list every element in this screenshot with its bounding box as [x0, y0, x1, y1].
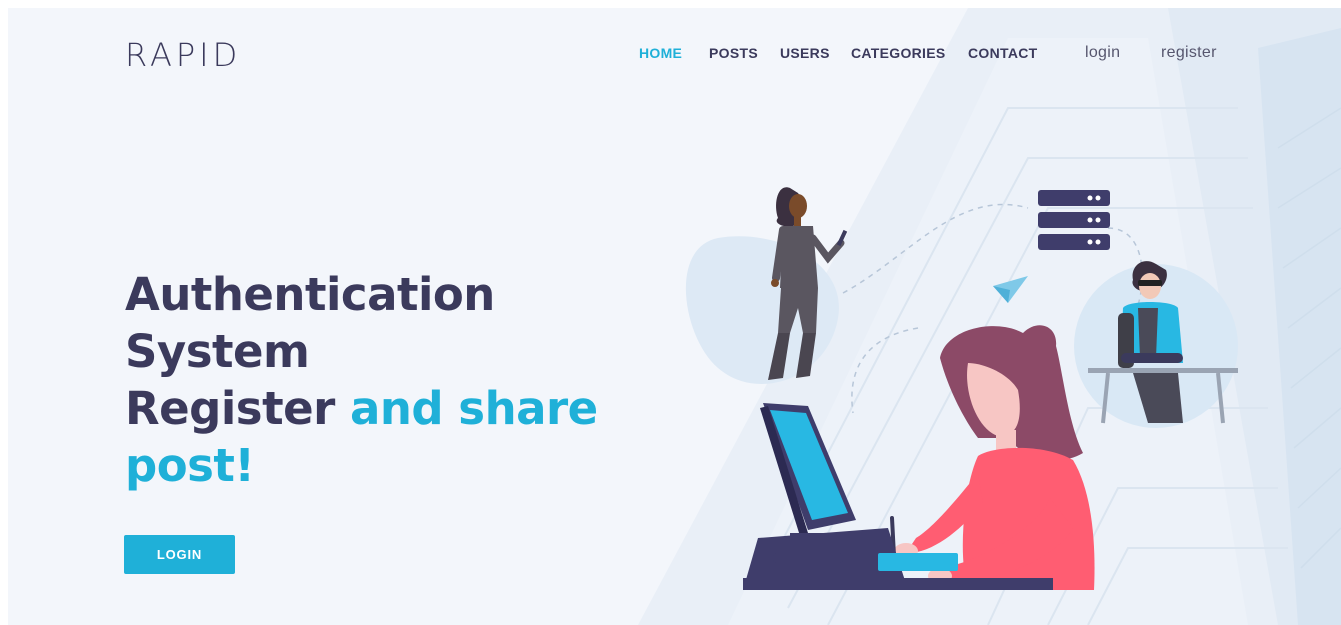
hero-illustration	[685, 187, 1238, 590]
nav-users-link[interactable]: USERS	[780, 45, 830, 61]
nav-categories-link[interactable]: CATEGORIES	[851, 45, 946, 61]
hero-line-2: System	[125, 325, 310, 378]
paper-plane-icon	[993, 276, 1028, 303]
nav-contact-link[interactable]: CONTACT	[968, 45, 1038, 61]
page: RAPID HOME POSTS USERS CATEGORIES CONTAC…	[8, 8, 1341, 625]
hero-accent-1: and share	[350, 382, 598, 435]
hero-heading: Authentication System Register and share…	[125, 266, 685, 494]
server-stack-icon	[1038, 190, 1110, 250]
hero-accent-2: post!	[125, 439, 255, 492]
hero-line-1: Authentication	[125, 268, 495, 321]
hero-line-3: Register	[125, 382, 335, 435]
login-button[interactable]: LOGIN	[124, 535, 235, 574]
main-nav: HOME POSTS USERS CATEGORIES CONTACT logi…	[8, 44, 1341, 69]
nav-posts-link[interactable]: POSTS	[709, 45, 758, 61]
nav-register-link[interactable]: register	[1161, 44, 1217, 62]
nav-home-link[interactable]: HOME	[639, 45, 682, 61]
nav-login-link[interactable]: login	[1085, 44, 1120, 62]
